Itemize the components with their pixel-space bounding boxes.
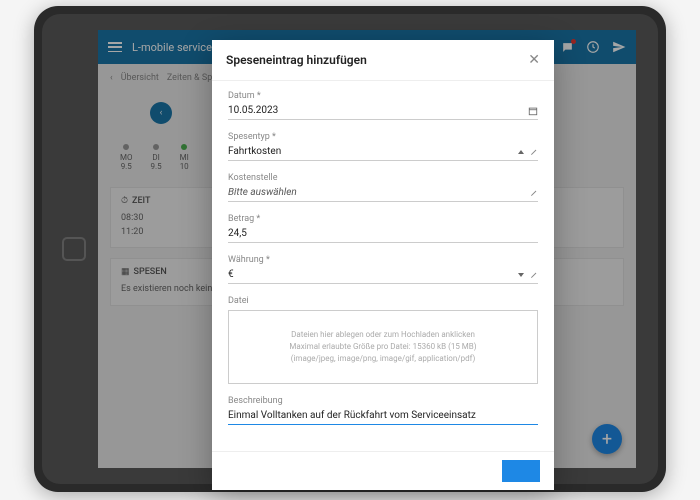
spesentyp-select[interactable]: Fahrtkosten bbox=[228, 146, 538, 161]
datei-label: Datei bbox=[228, 296, 538, 306]
spesentyp-value: Fahrtkosten bbox=[228, 146, 518, 157]
edit-icon bbox=[530, 271, 538, 279]
spesentyp-label: Spesentyp * bbox=[228, 132, 538, 142]
waehrung-select[interactable]: € bbox=[228, 269, 538, 284]
kostenstelle-select[interactable]: Bitte auswählen bbox=[228, 187, 538, 202]
close-icon[interactable]: ✕ bbox=[528, 52, 540, 68]
waehrung-label: Währung * bbox=[228, 255, 538, 265]
file-dropzone[interactable]: Dateien hier ablegen oder zum Hochladen … bbox=[228, 310, 538, 384]
betrag-input-row[interactable] bbox=[228, 228, 538, 243]
datum-input[interactable] bbox=[228, 105, 528, 116]
home-button[interactable] bbox=[62, 237, 86, 261]
expense-modal: Speseneintrag hinzufügen ✕ Datum * Spese… bbox=[212, 40, 554, 490]
field-datei: Datei Dateien hier ablegen oder zum Hoch… bbox=[228, 296, 538, 384]
modal-header: Speseneintrag hinzufügen ✕ bbox=[212, 40, 554, 81]
edit-icon bbox=[530, 148, 538, 156]
modal-footer bbox=[212, 451, 554, 490]
calendar-icon[interactable] bbox=[528, 106, 538, 116]
beschreibung-input-row[interactable] bbox=[228, 410, 538, 425]
datum-input-row[interactable] bbox=[228, 105, 538, 120]
modal-body: Datum * Spesentyp * Fahrtkosten Kostenst… bbox=[212, 81, 554, 451]
dropzone-text-3: (image/jpeg, image/png, image/gif, appli… bbox=[239, 353, 527, 365]
chevron-down-icon bbox=[518, 273, 524, 277]
kostenstelle-placeholder: Bitte auswählen bbox=[228, 187, 530, 198]
modal-title: Speseneintrag hinzufügen bbox=[226, 53, 367, 67]
field-waehrung: Währung * € bbox=[228, 255, 538, 284]
dropzone-text-2: Maximal erlaubte Größe pro Datei: 15360 … bbox=[239, 341, 527, 353]
betrag-label: Betrag * bbox=[228, 214, 538, 224]
edit-icon bbox=[530, 189, 538, 197]
field-datum: Datum * bbox=[228, 91, 538, 120]
beschreibung-input[interactable] bbox=[228, 410, 538, 421]
dropzone-text-1: Dateien hier ablegen oder zum Hochladen … bbox=[239, 329, 527, 341]
field-spesentyp: Spesentyp * Fahrtkosten bbox=[228, 132, 538, 161]
kostenstelle-label: Kostenstelle bbox=[228, 173, 538, 183]
field-betrag: Betrag * bbox=[228, 214, 538, 243]
betrag-input[interactable] bbox=[228, 228, 538, 239]
datum-label: Datum * bbox=[228, 91, 538, 101]
chevron-down-icon bbox=[518, 150, 524, 154]
field-beschreibung: Beschreibung bbox=[228, 396, 538, 425]
waehrung-value: € bbox=[228, 269, 518, 280]
submit-button[interactable] bbox=[502, 460, 540, 482]
field-kostenstelle: Kostenstelle Bitte auswählen bbox=[228, 173, 538, 202]
beschreibung-label: Beschreibung bbox=[228, 396, 538, 406]
